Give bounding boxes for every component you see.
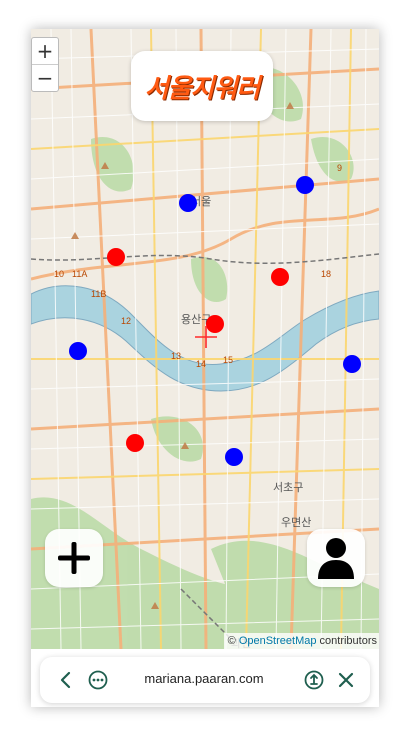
map-attribution: © OpenStreetMap contributors	[223, 633, 379, 649]
map-marker-blue[interactable]	[69, 342, 87, 360]
osm-link[interactable]: OpenStreetMap	[239, 635, 317, 647]
map-marker-blue[interactable]	[296, 176, 314, 194]
svg-text:13: 13	[171, 351, 181, 361]
crosshair-icon	[195, 326, 217, 348]
svg-text:11A: 11A	[72, 269, 87, 279]
svg-text:우면산: 우면산	[281, 516, 311, 529]
logo-text: 서울지워러	[144, 73, 261, 104]
svg-text:18: 18	[321, 269, 331, 279]
map-marker-red[interactable]	[126, 434, 144, 452]
url-text[interactable]: mariana.paaran.com	[124, 671, 284, 686]
chevron-left-icon[interactable]	[54, 668, 78, 692]
map-marker-blue[interactable]	[225, 448, 243, 466]
app-logo: 서울지워러	[131, 51, 273, 121]
svg-text:서초구: 서초구	[273, 481, 303, 494]
svg-text:12: 12	[121, 316, 131, 326]
share-icon[interactable]	[302, 668, 326, 692]
profile-button[interactable]	[307, 529, 365, 587]
zoom-control: + −	[31, 37, 59, 92]
map-marker-red[interactable]	[107, 248, 125, 266]
map-marker-blue[interactable]	[179, 194, 197, 212]
svg-text:11B: 11B	[91, 289, 106, 299]
attribution-prefix: ©	[227, 635, 239, 647]
svg-text:15: 15	[223, 355, 233, 365]
zoom-in-button[interactable]: +	[32, 38, 58, 65]
svg-text:9: 9	[337, 163, 342, 173]
add-button[interactable]	[45, 529, 103, 587]
svg-text:14: 14	[196, 359, 206, 369]
phone-frame: 10 11A 11B 12 13 14 15 18 9 서울 용산구 서초구 우…	[31, 29, 379, 707]
browser-url-bar: mariana.paaran.com	[40, 657, 370, 703]
more-icon[interactable]	[86, 668, 110, 692]
user-icon	[318, 538, 354, 579]
svg-text:10: 10	[54, 269, 64, 279]
close-icon[interactable]	[334, 668, 358, 692]
map-marker-red[interactable]	[271, 268, 289, 286]
attribution-suffix: contributors	[316, 635, 377, 647]
plus-icon	[58, 542, 90, 574]
zoom-out-button[interactable]: −	[32, 65, 58, 91]
map-marker-blue[interactable]	[343, 355, 361, 373]
map-view[interactable]: 10 11A 11B 12 13 14 15 18 9 서울 용산구 서초구 우…	[31, 29, 379, 649]
